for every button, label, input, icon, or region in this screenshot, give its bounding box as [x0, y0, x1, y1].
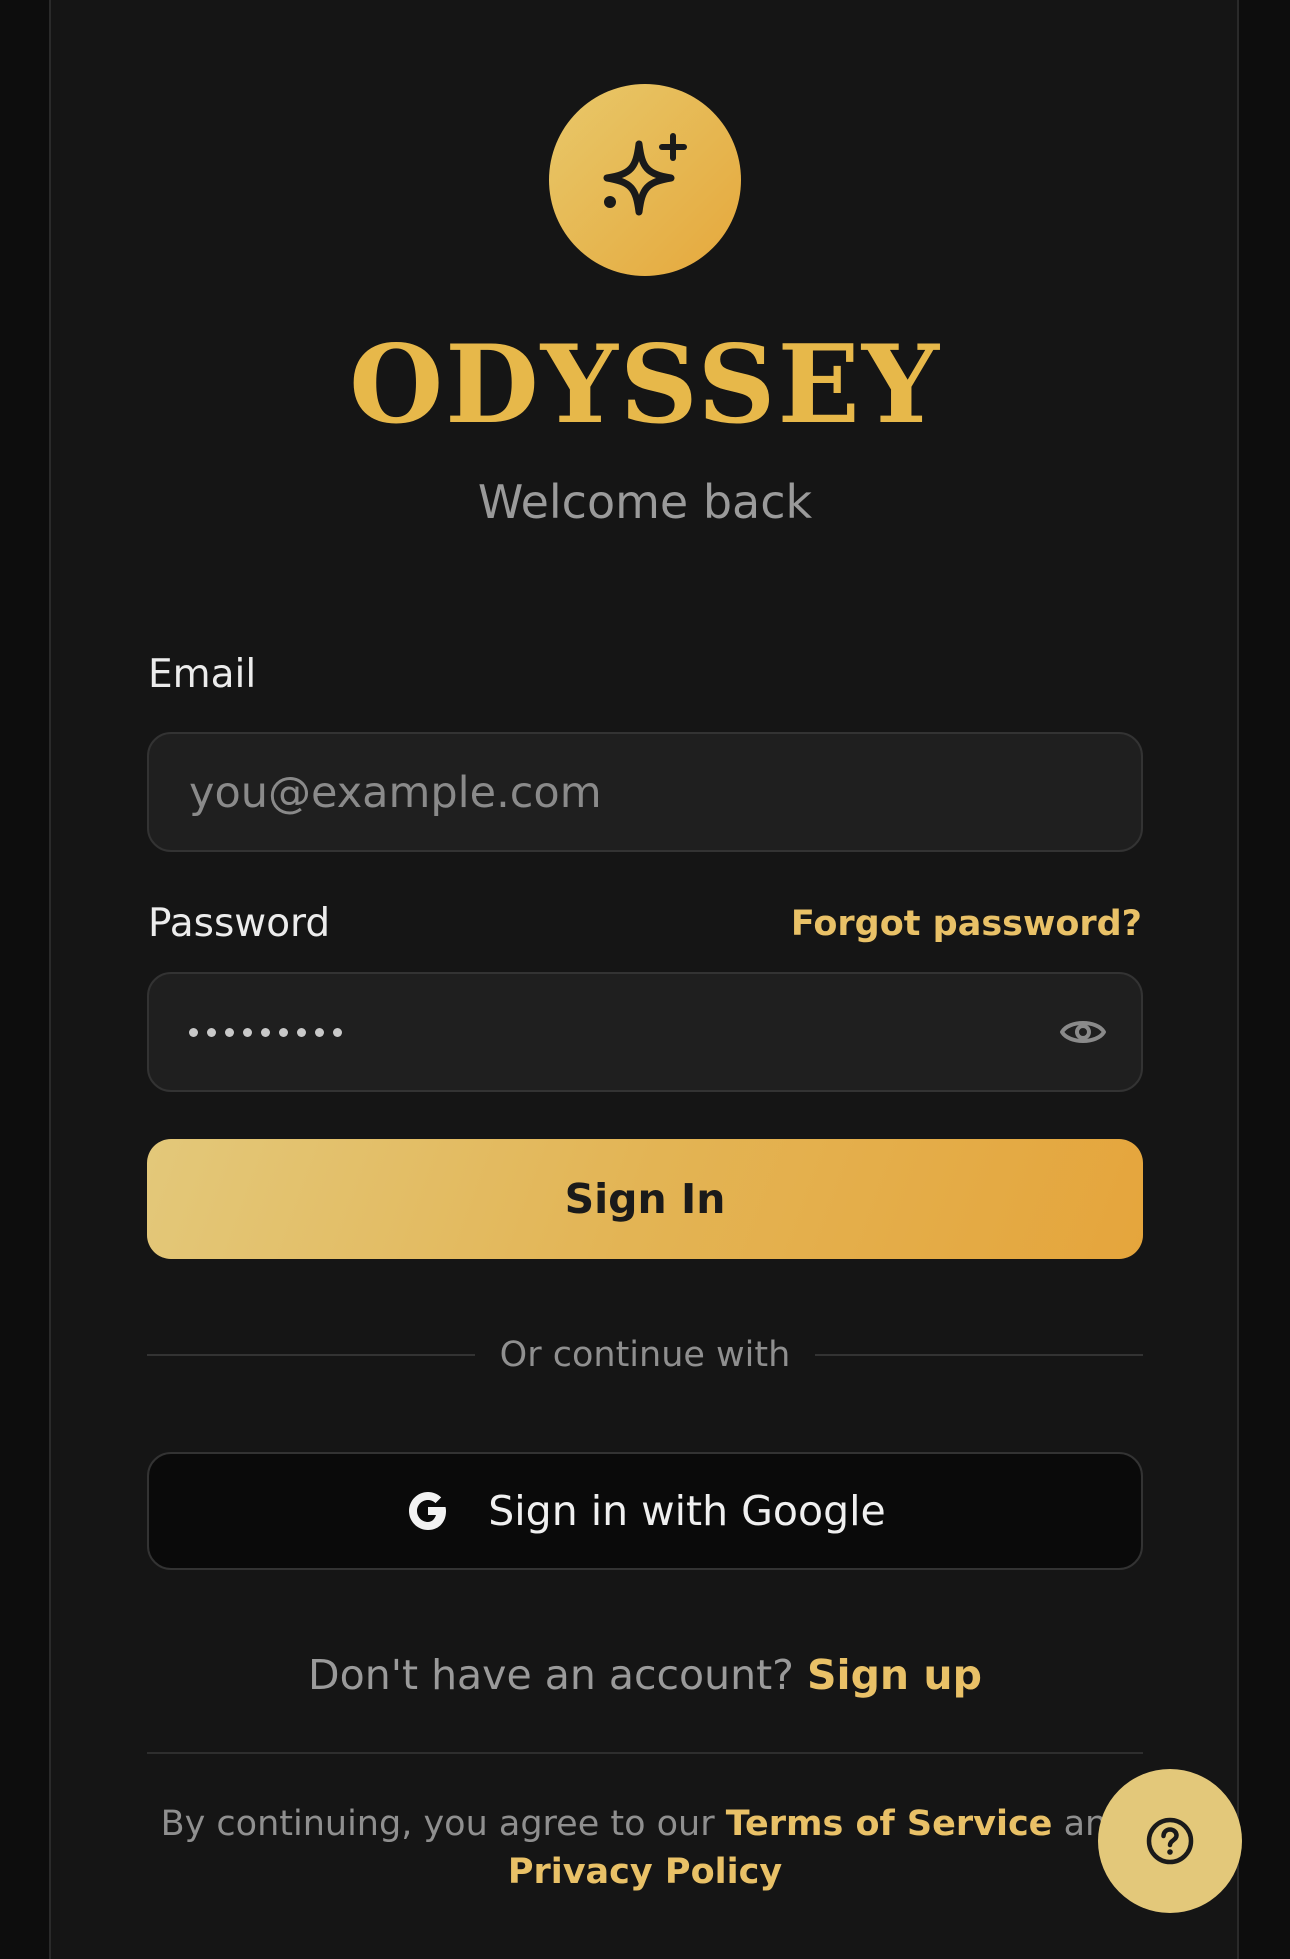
brand-title: ODYSSEY	[349, 322, 941, 448]
sparkles-icon	[603, 133, 687, 216]
password-dot	[225, 1027, 234, 1037]
welcome-subtitle: Welcome back	[477, 475, 813, 529]
password-dot	[207, 1027, 216, 1037]
password-dot	[315, 1027, 324, 1037]
terms-link[interactable]: Terms of Service	[726, 1804, 1053, 1844]
password-dot	[261, 1027, 270, 1037]
password-dot	[333, 1027, 342, 1037]
email-field[interactable]	[187, 734, 1071, 852]
password-mask	[189, 974, 342, 1090]
password-label: Password	[148, 901, 331, 946]
password-field[interactable]	[147, 972, 1143, 1092]
divider-text: Or continue with	[499, 1335, 791, 1375]
google-button-label: Sign in with Google	[488, 1487, 886, 1535]
help-button[interactable]	[1098, 1769, 1242, 1913]
password-dot	[243, 1027, 252, 1037]
footer-rule	[147, 1752, 1143, 1754]
signup-link[interactable]: Sign up	[807, 1651, 982, 1699]
legal-notice: By continuing, you agree to our Terms of…	[147, 1800, 1143, 1896]
email-field-box	[147, 732, 1143, 852]
password-dot	[279, 1027, 288, 1037]
google-icon	[409, 1492, 447, 1530]
privacy-link[interactable]: Privacy Policy	[508, 1852, 782, 1892]
help-icon	[1146, 1817, 1194, 1865]
legal-prefix: By continuing, you agree to our	[160, 1804, 715, 1844]
password-dot	[189, 1027, 198, 1037]
signup-prompt-row: Don't have an account? Sign up	[0, 1645, 1290, 1705]
eye-icon[interactable]	[1059, 1010, 1107, 1054]
forgot-password-link[interactable]: Forgot password?	[791, 899, 1142, 949]
login-page: ODYSSEY Welcome back Email Password Forg…	[0, 0, 1290, 1959]
password-dot	[297, 1027, 306, 1037]
logo-badge	[549, 84, 741, 276]
email-label: Email	[148, 652, 257, 697]
google-signin-button[interactable]: Sign in with Google	[147, 1452, 1143, 1570]
signup-prompt: Don't have an account?	[308, 1651, 794, 1699]
sign-in-button[interactable]: Sign In	[147, 1139, 1143, 1259]
